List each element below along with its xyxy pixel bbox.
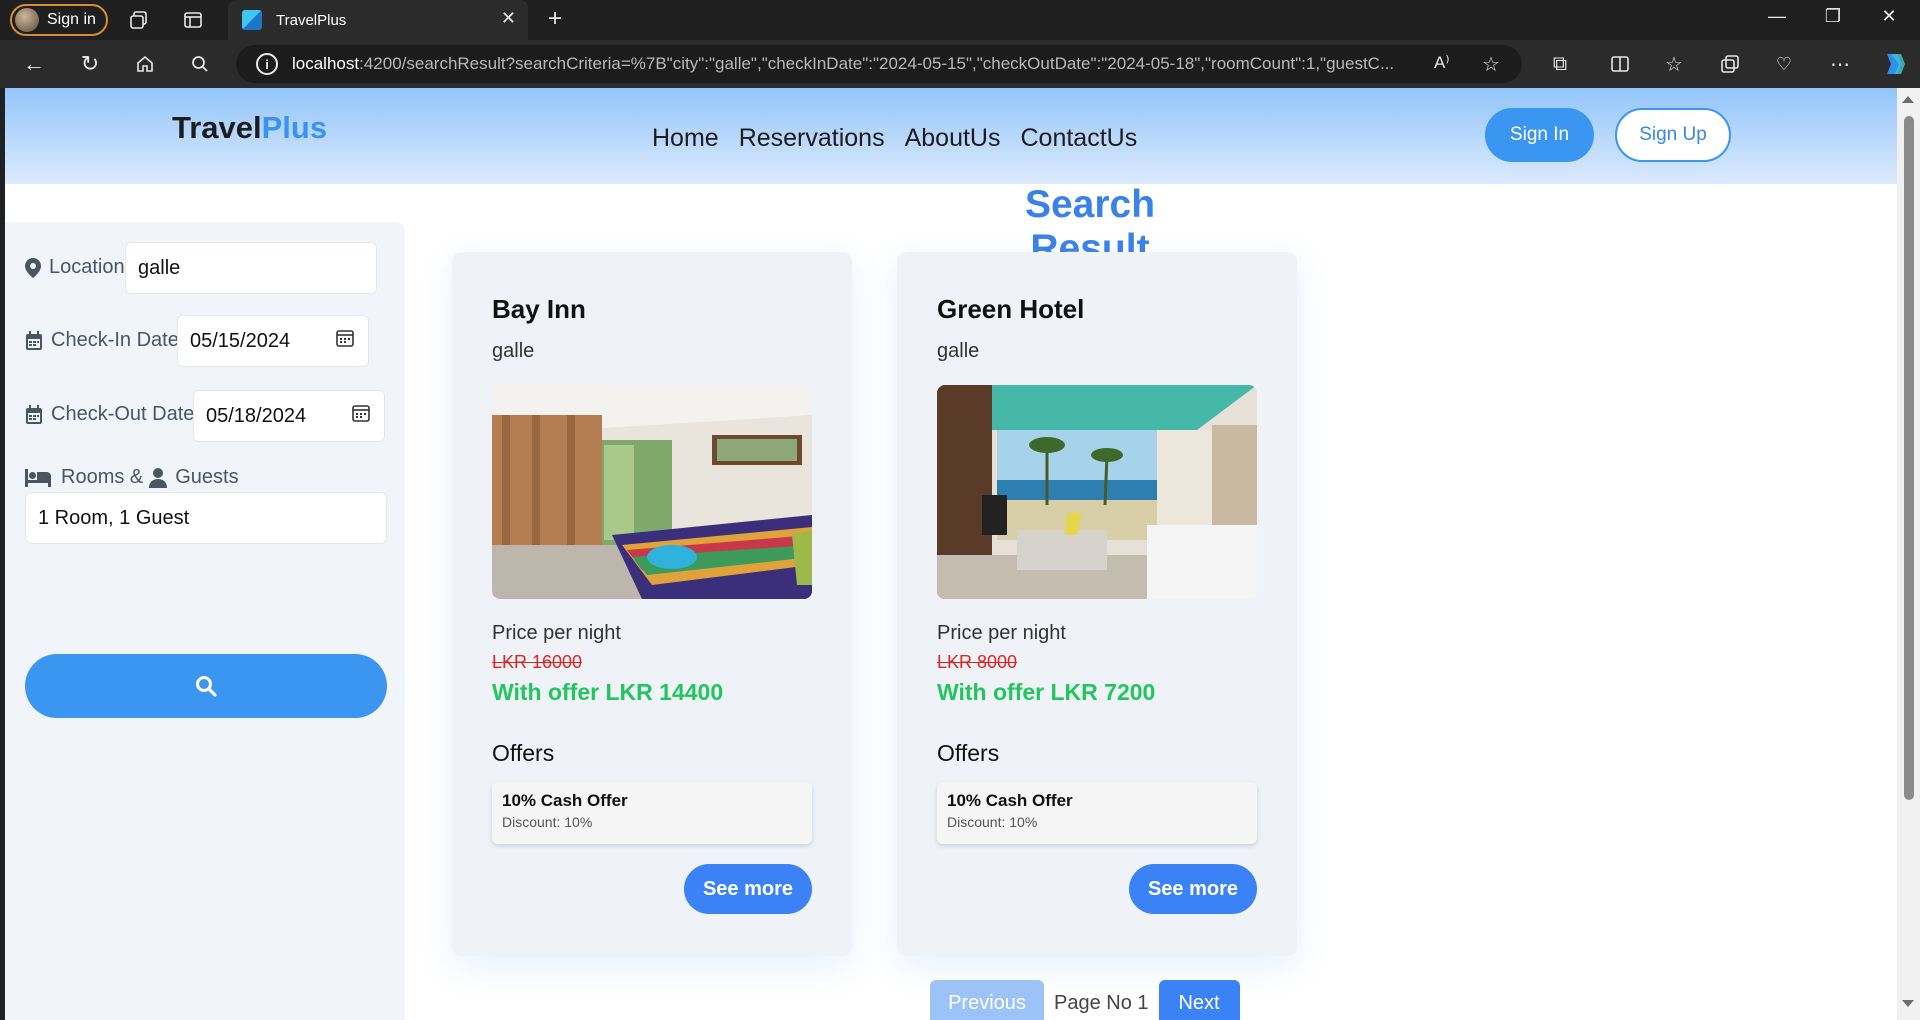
scroll-up-icon[interactable]: [1902, 96, 1914, 103]
close-window-icon[interactable]: ✕: [1866, 6, 1912, 27]
original-price: LKR 8000: [937, 652, 1018, 672]
url-text: localhost:4200/searchResult?searchCriter…: [292, 54, 1395, 73]
sign-in-button[interactable]: Sign In: [1485, 108, 1594, 162]
favorites-icon[interactable]: ☆: [1662, 52, 1686, 76]
page-number: Page No 1: [1054, 991, 1149, 1014]
hotel-name: Green Hotel: [937, 294, 1085, 324]
scrollbar-thumb[interactable]: [1904, 116, 1914, 800]
next-page-button[interactable]: Next: [1158, 980, 1240, 1020]
location-input[interactable]: galle: [125, 242, 377, 294]
search-sidebar: Location galle Check-In Date 05/15/2024 …: [5, 222, 405, 1020]
browser-tab-bar: Sign in TravelPlus ✕ + — ❐ ✕: [0, 0, 1920, 40]
user-icon: [149, 467, 168, 488]
offer-price: With offer LKR 14400: [492, 679, 724, 705]
hotel-name: Bay Inn: [492, 294, 586, 324]
original-price: LKR 16000: [492, 652, 583, 672]
offer-discount: Discount: 10%: [502, 814, 593, 830]
tab-title: TravelPlus: [276, 11, 347, 29]
checkout-label-row: Check-Out Date: [25, 403, 194, 426]
previous-page-button[interactable]: Previous: [930, 980, 1044, 1020]
guests-label: Guests: [175, 466, 239, 488]
site-info-icon[interactable]: i: [256, 53, 278, 75]
see-more-button[interactable]: See more: [1129, 864, 1257, 914]
minimize-icon[interactable]: —: [1754, 6, 1800, 27]
offer-name: 10% Cash Offer: [502, 791, 628, 810]
close-tab-icon[interactable]: ✕: [501, 8, 516, 29]
search-button[interactable]: [25, 654, 387, 718]
checkin-date-value: 05/15/2024: [190, 329, 291, 352]
hotel-city: galle: [492, 340, 535, 362]
hotel-photo: [492, 385, 812, 599]
page-scrollbar[interactable]: [1897, 88, 1920, 1020]
profile-label: Sign in: [47, 11, 96, 28]
search-icon: [196, 676, 217, 697]
calendar-picker-icon[interactable]: [352, 404, 370, 428]
more-options-icon[interactable]: ⋯: [1828, 52, 1852, 76]
offer-price: With offer LKR 7200: [937, 679, 1156, 705]
checkout-date-value: 05/18/2024: [206, 404, 307, 427]
pagination: Previous Page No 1 Next: [930, 980, 1240, 1020]
checkin-date-input[interactable]: 05/15/2024: [177, 315, 369, 367]
checkin-label: Check-In Date: [51, 329, 179, 351]
workspaces-icon[interactable]: [128, 9, 150, 31]
address-bar[interactable]: i localhost:4200/searchResult?searchCrit…: [236, 45, 1522, 83]
hotel-card: Bay Inn galle Price per night LKR 16000 …: [452, 252, 852, 956]
nav-home[interactable]: Home: [652, 124, 719, 153]
extensions-icon[interactable]: ⧉: [1548, 52, 1572, 76]
new-tab-icon[interactable]: +: [543, 5, 567, 32]
offer-item: 10% Cash Offer Discount: 10%: [492, 782, 812, 844]
calendar-picker-icon[interactable]: [336, 329, 354, 353]
nav-reservations[interactable]: Reservations: [739, 124, 885, 153]
browser-toolbar: ← ↻ i localhost:4200/searchResult?search…: [0, 40, 1920, 88]
copilot-icon[interactable]: [1880, 50, 1908, 78]
rooms-label: Rooms &: [61, 466, 144, 488]
home-icon[interactable]: [133, 52, 157, 76]
price-label: Price per night: [937, 622, 1066, 644]
performance-icon[interactable]: ♡: [1772, 52, 1796, 76]
restore-icon[interactable]: ❐: [1810, 6, 1856, 27]
rooms-guests-input[interactable]: 1 Room, 1 Guest: [25, 492, 387, 544]
price-label: Price per night: [492, 622, 621, 644]
hotel-card: Green Hotel galle Price per night LKR 80…: [897, 252, 1297, 956]
site-header: TravelPlus Home Reservations AboutUs Con…: [5, 88, 1897, 184]
refresh-icon[interactable]: ↻: [78, 51, 102, 76]
calendar-icon: [25, 404, 43, 425]
bed-icon: [25, 468, 51, 487]
back-icon[interactable]: ←: [22, 51, 46, 76]
location-label: Location: [49, 256, 125, 278]
search-icon[interactable]: [188, 52, 212, 76]
calendar-icon: [25, 330, 43, 351]
site-logo[interactable]: TravelPlus: [172, 110, 327, 146]
hotel-city: galle: [937, 340, 980, 362]
offer-name: 10% Cash Offer: [947, 791, 1073, 810]
web-page: TravelPlus Home Reservations AboutUs Con…: [5, 88, 1897, 1020]
tab-actions-icon[interactable]: [182, 9, 204, 31]
offer-discount: Discount: 10%: [947, 814, 1038, 830]
split-screen-icon[interactable]: [1608, 52, 1632, 76]
offer-item: 10% Cash Offer Discount: 10%: [937, 782, 1257, 844]
scroll-down-icon[interactable]: [1902, 1000, 1914, 1007]
read-aloud-icon[interactable]: A⁾: [1434, 53, 1450, 73]
map-pin-icon: [25, 257, 41, 278]
collections-icon[interactable]: [1718, 52, 1742, 76]
checkout-label: Check-Out Date: [51, 403, 195, 425]
profile-avatar: [15, 8, 39, 32]
checkout-date-input[interactable]: 05/18/2024: [193, 390, 385, 442]
sign-up-button[interactable]: Sign Up: [1615, 108, 1731, 162]
active-tab[interactable]: TravelPlus ✕: [228, 0, 528, 40]
hotel-photo: [937, 385, 1257, 599]
location-label-row: Location: [25, 256, 125, 279]
checkin-label-row: Check-In Date: [25, 329, 179, 352]
offers-heading: Offers: [492, 740, 555, 766]
nav-aboutus[interactable]: AboutUs: [905, 124, 1001, 153]
site-favicon-icon: [242, 10, 262, 30]
see-more-button[interactable]: See more: [684, 864, 812, 914]
offers-heading: Offers: [937, 740, 1000, 766]
main-nav: Home Reservations AboutUs ContactUs: [652, 124, 1137, 153]
nav-contactus[interactable]: ContactUs: [1020, 124, 1137, 153]
profile-button[interactable]: Sign in: [10, 4, 108, 36]
rooms-guests-label-row: Rooms & Guests: [25, 466, 239, 489]
favorite-star-icon[interactable]: ☆: [1482, 52, 1500, 77]
